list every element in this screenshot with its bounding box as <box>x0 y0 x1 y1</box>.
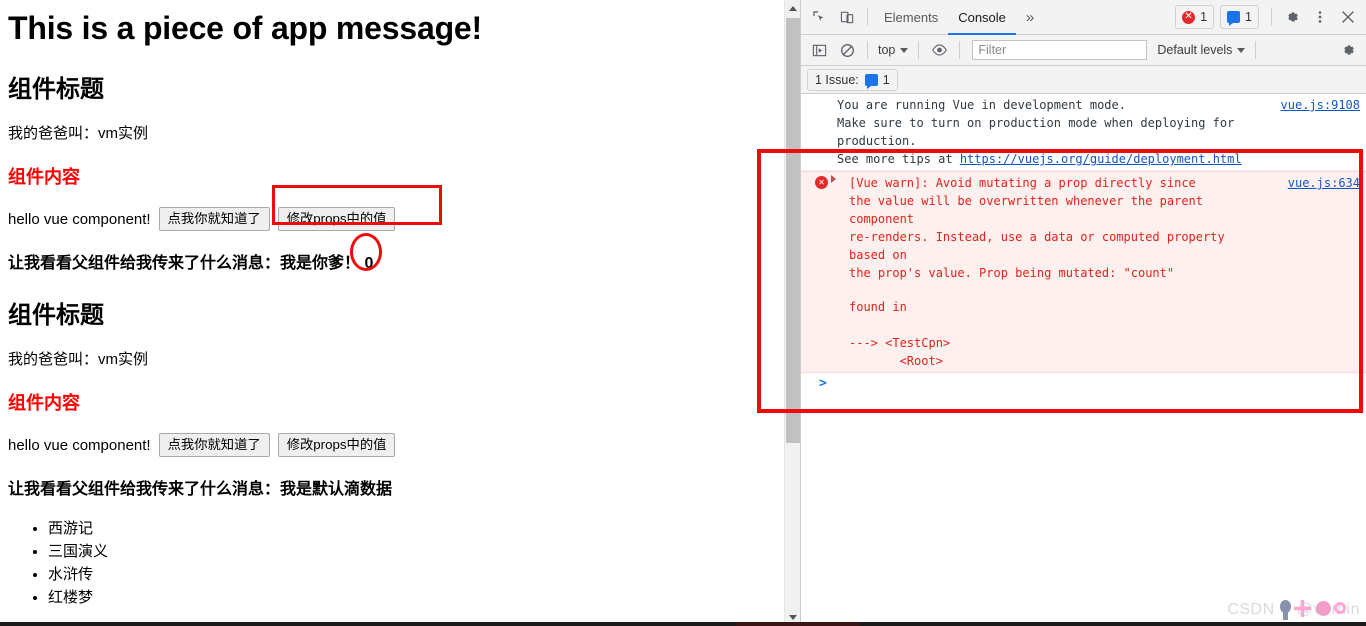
devtools-toolbar: Elements Console » ✕ 1 1 <box>801 0 1366 35</box>
devtools-panel: Elements Console » ✕ 1 1 top Filter Defa… <box>800 0 1366 626</box>
console-settings-gear-icon[interactable] <box>1334 37 1362 63</box>
more-tabs-icon[interactable]: » <box>1016 9 1044 26</box>
book-list: 西游记 三国演义 水浒传 红楼梦 <box>8 517 776 607</box>
filterbar-divider <box>867 41 868 59</box>
issues-chip[interactable]: 1 Issue: 1 <box>807 68 898 91</box>
screenshot-root: This is a piece of app message! 组件标题 我的爸… <box>0 0 1366 626</box>
scrollbar-thumb[interactable] <box>786 18 800 443</box>
console-sidebar-icon[interactable] <box>805 37 833 63</box>
triangle-down-icon <box>789 615 797 620</box>
component-block-2: 组件标题 我的爸爸叫：vm实例 组件内容 hello vue component… <box>8 295 776 607</box>
list-item: 水浒传 <box>48 563 776 584</box>
device-toolbar-icon[interactable] <box>833 4 861 30</box>
chevron-down-icon <box>1237 47 1246 53</box>
error-circle-icon: ✕ <box>1182 10 1196 24</box>
parent-message-line: 让我看看父组件给我传来了什么消息：我是默认滴数据 <box>8 481 393 498</box>
console-message-info[interactable]: vue.js:9108 You are running Vue in devel… <box>801 94 1366 171</box>
list-item: 西游记 <box>48 517 776 538</box>
console-filter-toolbar: top Default levels <box>801 35 1366 66</box>
console-info-link[interactable]: https://vuejs.org/guide/deployment.html <box>960 152 1242 166</box>
kebab-menu-icon[interactable] <box>1306 4 1334 30</box>
hello-text: hello vue component! <box>8 436 151 454</box>
hello-text: hello vue component! <box>8 210 151 228</box>
filterbar-divider <box>918 41 920 59</box>
list-item: 红楼梦 <box>48 586 776 607</box>
expand-arrow-icon[interactable] <box>831 175 836 183</box>
toolbar-divider <box>867 8 868 26</box>
close-icon[interactable] <box>1334 4 1362 30</box>
console-source-link[interactable]: vue.js:634 <box>1288 174 1360 192</box>
component-block-1: 组件标题 我的爸爸叫：vm实例 组件内容 hello vue component… <box>8 69 776 273</box>
page-scrollbar[interactable] <box>784 0 800 626</box>
hello-row: hello vue component! 点我你就知道了 修改props中的值 <box>8 433 776 457</box>
live-expression-eye-icon[interactable] <box>925 37 953 63</box>
clear-console-icon[interactable] <box>833 37 861 63</box>
filterbar-divider <box>1255 41 1257 59</box>
component-title: 组件标题 <box>8 76 104 103</box>
tab-elements[interactable]: Elements <box>874 0 948 35</box>
inspect-cursor-icon[interactable] <box>805 4 833 30</box>
parent-message-value: 0 <box>364 255 374 272</box>
hello-row: hello vue component! 点我你就知道了 修改props中的值 <box>8 207 776 231</box>
execution-context-label: top <box>878 43 896 57</box>
issue-count-badge[interactable]: 1 <box>1220 5 1259 29</box>
component-content-heading: 组件内容 <box>8 167 80 187</box>
list-item: 三国演义 <box>48 540 776 561</box>
log-levels-selector[interactable]: Default levels <box>1153 43 1249 57</box>
toolbar-divider <box>1271 8 1272 26</box>
app-message-heading: This is a piece of app message! <box>8 10 482 46</box>
page-document: This is a piece of app message! 组件标题 我的爸… <box>0 0 784 626</box>
console-message-error[interactable]: ✕ vue.js:634 [Vue warn]: Avoid mutating … <box>801 171 1366 373</box>
log-levels-label: Default levels <box>1157 43 1233 57</box>
console-message-list[interactable]: vue.js:9108 You are running Vue in devel… <box>801 94 1366 626</box>
modify-props-button[interactable]: 修改props中的值 <box>277 433 396 457</box>
console-error-text: [Vue warn]: Avoid mutating a prop direct… <box>849 176 1225 280</box>
error-circle-icon: ✕ <box>815 176 828 189</box>
message-bubble-icon <box>864 73 878 89</box>
prompt-caret-icon: > <box>819 376 827 391</box>
parent-name-line: 我的爸爸叫：vm实例 <box>8 125 148 142</box>
issues-bar: 1 Issue: 1 <box>801 66 1366 94</box>
console-error-found-in: found in ---> <TestCpn> <Root> <box>849 300 951 368</box>
message-bubble-icon <box>1227 11 1241 26</box>
parent-message-label: 让我看看父组件给我传来了什么消息：我是你爹！ <box>8 255 361 272</box>
tab-console[interactable]: Console <box>948 0 1016 35</box>
click-me-button[interactable]: 点我你就知道了 <box>158 433 270 457</box>
component-title: 组件标题 <box>8 302 104 329</box>
error-count-badge[interactable]: ✕ 1 <box>1175 5 1215 29</box>
gear-icon[interactable] <box>1278 4 1306 30</box>
filterbar-divider <box>959 41 961 59</box>
chevron-down-icon <box>900 47 909 53</box>
console-prompt-row[interactable]: > <box>801 373 1366 399</box>
execution-context-selector[interactable]: top <box>874 43 912 57</box>
console-source-link[interactable]: vue.js:9108 <box>1281 96 1360 114</box>
issues-label: 1 Issue: <box>815 72 859 87</box>
issue-count: 1 <box>1245 10 1252 24</box>
parent-message-line: 让我看看父组件给我传来了什么消息：我是你爹！ 0 <box>8 249 776 273</box>
bottom-taskbar-strip <box>0 622 1366 626</box>
triangle-up-icon <box>789 6 797 11</box>
scroll-up-arrow[interactable] <box>785 0 801 17</box>
parent-name-line: 我的爸爸叫：vm实例 <box>8 351 148 368</box>
click-me-button[interactable]: 点我你就知道了 <box>158 207 270 231</box>
modify-props-button[interactable]: 修改props中的值 <box>277 207 396 231</box>
component-content-heading: 组件内容 <box>8 393 80 413</box>
issues-count: 1 <box>882 72 890 87</box>
browser-page-viewport: This is a piece of app message! 组件标题 我的爸… <box>0 0 784 626</box>
error-count: 1 <box>1200 10 1208 24</box>
filter-input[interactable] <box>972 40 1148 60</box>
